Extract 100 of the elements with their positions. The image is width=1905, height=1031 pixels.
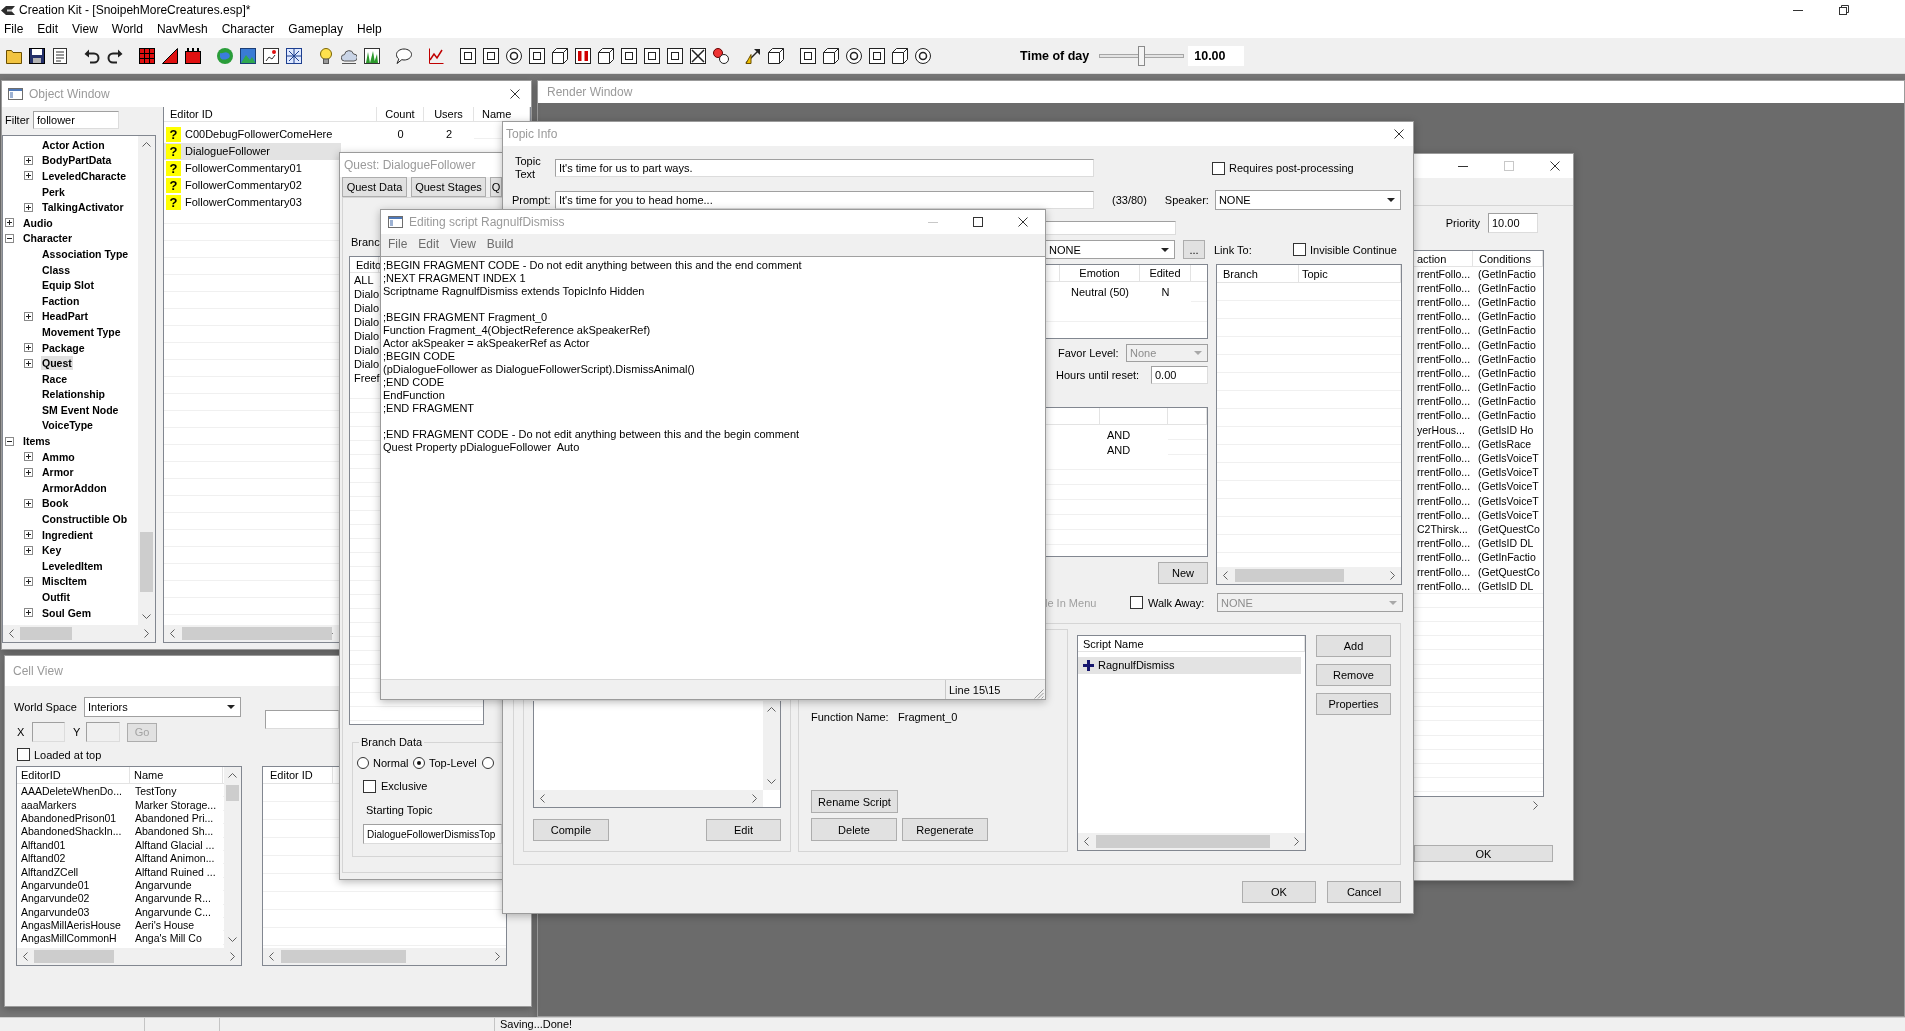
square-icon[interactable] [529, 47, 545, 64]
tree-item[interactable]: TalkingActivator [41, 200, 125, 215]
circles-icon[interactable] [713, 47, 729, 64]
square-icon[interactable] [621, 47, 637, 64]
tree-item[interactable]: Book [41, 496, 70, 511]
column-header[interactable]: Name [130, 767, 223, 783]
line-chart-icon[interactable] [428, 47, 444, 64]
ring-icon[interactable] [846, 47, 862, 64]
collapse-icon[interactable] [5, 233, 14, 243]
tree-item[interactable]: Race [41, 371, 69, 386]
menu-item[interactable]: File [0, 20, 31, 38]
menu-item[interactable]: NavMesh [149, 20, 215, 38]
list-item[interactable]: Dialo [350, 301, 379, 315]
list-item[interactable]: Dialo [350, 343, 379, 357]
tab[interactable]: Quest Stages [411, 177, 486, 197]
tree-item[interactable]: Constructible Ob [41, 512, 129, 527]
expand-icon[interactable] [24, 545, 33, 555]
crossed-square-icon[interactable] [690, 47, 706, 64]
list-item[interactable]: Dialo [350, 315, 379, 329]
expand-icon[interactable] [24, 467, 33, 477]
list-row[interactable]: ? FollowerCommentary03 [164, 194, 341, 211]
edit-button[interactable]: Edit [706, 819, 781, 841]
chevron-left-icon[interactable] [23, 952, 28, 961]
radio-button[interactable] [413, 757, 425, 769]
maximize-icon[interactable] [973, 217, 983, 227]
tree-item[interactable]: LeveledItem [41, 558, 104, 573]
column-header[interactable]: Edited [1140, 265, 1191, 281]
chevron-right-icon[interactable] [1533, 801, 1538, 810]
tree-item[interactable]: Package [41, 340, 86, 355]
menu-item[interactable]: Character [214, 20, 282, 38]
minimize-icon[interactable] [1793, 9, 1803, 11]
expand-icon[interactable] [24, 311, 33, 321]
scrollbar[interactable] [164, 625, 339, 642]
code-editor[interactable]: ;BEGIN FRAGMENT CODE - Do not edit anything between this and the end comment ;NEXT FRAGMENT INDEX 1 Scriptname RagnulfDismiss extends TopicInfo Hidden ;BEGIN FRAGMENT Fragment_0 Function Fragment_4(ObjectReference akSpeakerRef) Actor akSpeaker = akSpeakerRef as Actor ;BEGIN CODE (pDialogueFollower as DialogueFollowerScript).DismissAnimal() ;END CODE EndFunction ;END FRAGMENT ;END FRAGMENT CODE - Do not edit anything between this and the begin comment Quest Property pDialogueFollower Auto [381, 256, 1045, 679]
tree-item[interactable]: Ingredient [41, 527, 94, 542]
block-icon[interactable] [185, 47, 201, 64]
tree-item[interactable]: Movement Type [41, 324, 122, 339]
list-row[interactable]: ? FollowerCommentary02 [164, 177, 341, 194]
globe-icon[interactable] [217, 47, 233, 64]
input-field[interactable] [1045, 221, 1176, 235]
lightbulb-icon[interactable] [318, 47, 334, 64]
scrollbar[interactable] [3, 625, 155, 642]
list-item[interactable]: Dialo [350, 287, 379, 301]
column-header[interactable]: Script Name [1078, 636, 1305, 651]
tree-item[interactable]: LeveledCharacte [41, 169, 128, 183]
column-header[interactable]: Editor ID [164, 107, 377, 121]
expand-icon[interactable] [24, 452, 33, 462]
ring-icon[interactable] [506, 47, 522, 64]
chevron-left-icon[interactable] [1084, 837, 1089, 846]
input-field[interactable]: It's time for us to part ways. [555, 159, 1094, 177]
scrollbar[interactable] [224, 767, 241, 948]
cloud-icon[interactable] [341, 47, 357, 64]
ok-button[interactable]: OK [1242, 881, 1316, 903]
list-item[interactable]: ALL [350, 273, 379, 287]
scrollbar[interactable] [17, 948, 241, 965]
scrollbar[interactable] [263, 948, 506, 965]
close-icon[interactable] [510, 89, 520, 99]
arrow-icon[interactable] [745, 47, 761, 64]
square-icon[interactable] [800, 47, 816, 64]
dropdown[interactable]: Interiors [84, 697, 241, 717]
column-header[interactable]: Users [424, 107, 474, 121]
expand-icon[interactable] [24, 343, 33, 352]
square-icon[interactable] [483, 47, 499, 64]
menu-item[interactable]: View [450, 237, 476, 251]
landscape-icon[interactable] [240, 47, 256, 64]
square-icon[interactable] [667, 47, 683, 64]
remove-button[interactable]: Remove [1316, 664, 1391, 686]
list-row[interactable]: RagnulfDismiss [1078, 657, 1301, 674]
expand-icon[interactable] [24, 171, 33, 181]
collapse-icon[interactable] [5, 436, 14, 446]
tree-item[interactable]: Audio [22, 215, 54, 230]
tree-item[interactable]: Class [41, 262, 72, 277]
input-field[interactable] [265, 710, 339, 729]
tree-item[interactable]: Key [41, 543, 63, 558]
ring-icon[interactable] [915, 47, 931, 64]
scrollbar-thumb[interactable] [1096, 835, 1270, 848]
folder-icon[interactable] [6, 47, 22, 64]
scrollbar-thumb[interactable] [226, 785, 239, 801]
radio-button[interactable] [482, 757, 494, 769]
tree-item[interactable]: Character [22, 231, 74, 246]
list-item[interactable]: Freef [350, 371, 379, 385]
tree-item[interactable]: Association Type [41, 246, 130, 261]
tree-item[interactable]: BodyPartData [41, 153, 113, 168]
restore-icon[interactable] [1839, 5, 1849, 15]
regenerate-button[interactable]: Regenerate [902, 818, 988, 841]
square-icon[interactable] [460, 47, 476, 64]
expand-icon[interactable] [24, 608, 33, 618]
tree-item[interactable]: Ammo [41, 449, 76, 464]
cube-icon[interactable] [598, 47, 614, 64]
square-icon[interactable] [869, 47, 885, 64]
menu-item[interactable]: Build [486, 237, 514, 251]
column-header[interactable]: Edito [350, 257, 379, 272]
tree-item[interactable]: Armor [41, 465, 75, 480]
chevron-right-icon[interactable] [752, 794, 757, 803]
chevron-up-icon[interactable] [228, 773, 237, 778]
scrollbar[interactable] [534, 790, 763, 807]
column-header[interactable]: Conditions [1473, 251, 1543, 266]
grass-icon[interactable] [364, 47, 380, 64]
list-row[interactable]: ? DialogueFollower [164, 143, 341, 160]
tree-item[interactable]: Perk [41, 184, 66, 199]
